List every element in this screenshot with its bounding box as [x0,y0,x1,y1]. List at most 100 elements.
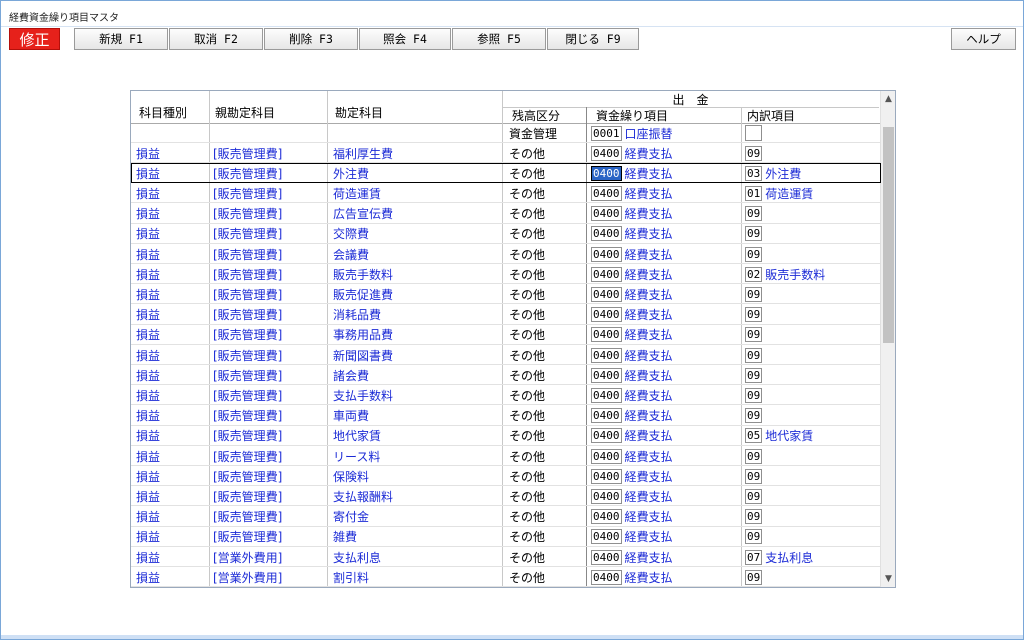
cashflow-code-input[interactable]: 0400 [591,408,622,424]
breakdown-code-input[interactable]: 02 [745,266,763,282]
table-row[interactable]: 損益 [販売管理費] 消耗品費 その他 0400 経費支払 09 [131,305,881,325]
account-cell: 交際費 [333,227,370,242]
table-row-header-fund[interactable]: 資金管理 0001 口座振替 [131,123,881,143]
breakdown-code-input[interactable]: 09 [745,367,763,383]
toolbar: 修正 新規 F1 取消 F2 削除 F3 照会 F4 参照 F5 閉じる F9 … [1,28,1023,52]
breakdown-code-input[interactable]: 09 [745,509,763,525]
table-row[interactable]: 損益 [販売管理費] リース料 その他 0400 経費支払 09 [131,446,881,466]
breakdown-code-input[interactable]: 09 [745,226,763,242]
breakdown-code-input[interactable]: 09 [745,206,763,222]
table-row[interactable]: 損益 [販売管理費] 雑費 その他 0400 経費支払 09 [131,527,881,547]
balance-class-cell: その他 [509,166,546,181]
breakdown-code-input[interactable]: 09 [745,468,763,484]
close-button[interactable]: 閉じる F9 [547,28,639,50]
table-row[interactable]: 損益 [販売管理費] 支払手数料 その他 0400 経費支払 09 [131,385,881,406]
breakdown-code-input[interactable]: 09 [745,347,763,363]
table-row[interactable]: 損益 [販売管理費] 事務用品費 その他 0400 経費支払 09 [131,325,881,345]
balance-class-cell: その他 [509,368,546,383]
cashflow-code-input[interactable]: 0001 [591,125,622,141]
table-row[interactable]: 損益 [販売管理費] 交際費 その他 0400 経費支払 09 [131,224,881,244]
balance-class-cell: その他 [509,186,546,201]
cashflow-code-input[interactable]: 0400 [591,428,622,444]
cashflow-code-input[interactable]: 0400 [591,549,622,565]
delete-button[interactable]: 削除 F3 [264,28,358,50]
scroll-down-icon[interactable]: ▼ [881,571,896,587]
balance-class-cell: その他 [509,469,546,484]
cashflow-code-input[interactable]: 0400 [591,327,622,343]
reference-button[interactable]: 参照 F5 [452,28,546,50]
breakdown-code-input[interactable]: 09 [745,529,763,545]
cashflow-code-input[interactable]: 0400 [591,266,622,282]
table-row[interactable]: 損益 [販売管理費] 保険料 その他 0400 経費支払 09 [131,466,881,487]
cashflow-name: 経費支払 [624,267,673,282]
cashflow-code-input[interactable]: 0400 [591,468,622,484]
account-type-cell: 損益 [136,469,161,484]
cashflow-code-input[interactable]: 0400 [591,246,622,262]
help-button[interactable]: ヘルプ [951,28,1016,50]
new-button[interactable]: 新規 F1 [74,28,168,50]
table-row[interactable]: 損益 [営業外費用] 割引料 その他 0400 経費支払 09 [131,567,881,588]
balance-class-cell: その他 [509,388,546,403]
cashflow-code-input[interactable]: 0400 [591,307,622,323]
breakdown-code-input[interactable]: 09 [745,246,763,262]
cashflow-code-input[interactable]: 0400 [591,448,622,464]
cashflow-code-input[interactable]: 0400 [591,165,622,181]
table-row[interactable]: 損益 [販売管理費] 新聞図書費 その他 0400 経費支払 09 [131,345,881,365]
cashflow-code-input[interactable]: 0400 [591,529,622,545]
breakdown-code-input[interactable]: 09 [745,408,763,424]
breakdown-code-input[interactable]: 09 [745,448,763,464]
table-row[interactable]: 損益 [販売管理費] 地代家賃 その他 0400 経費支払 05 地代家賃 [131,426,881,446]
cashflow-name: 口座振替 [624,126,673,141]
account-type-cell: 損益 [136,550,161,565]
breakdown-code-input[interactable]: 05 [745,428,763,444]
inquiry-button[interactable]: 照会 F4 [359,28,451,50]
table-row[interactable]: 損益 [販売管理費] 諸会費 その他 0400 経費支払 09 [131,365,881,386]
table-row[interactable]: 損益 [販売管理費] 寄付金 その他 0400 経費支払 09 [131,507,881,527]
cashflow-code-input[interactable]: 0400 [591,387,622,403]
cashflow-code-input[interactable]: 0400 [591,145,622,161]
breakdown-code-input[interactable]: 01 [745,185,763,201]
breakdown-code-input[interactable] [745,125,762,141]
account-type-cell: 損益 [136,227,161,242]
table-row[interactable]: 損益 [販売管理費] 販売促進費 その他 0400 経費支払 09 [131,284,881,305]
account-type-cell: 損益 [136,409,161,424]
table-row[interactable]: 損益 [販売管理費] 車両費 その他 0400 経費支払 09 [131,406,881,426]
breakdown-code-input[interactable]: 07 [745,549,763,565]
cashflow-code-input[interactable]: 0400 [591,367,622,383]
cashflow-code-input[interactable]: 0400 [591,185,622,201]
breakdown-code-input[interactable]: 09 [745,327,763,343]
breakdown-code-input[interactable]: 09 [745,307,763,323]
scroll-thumb[interactable] [883,127,894,343]
cashflow-code-input[interactable]: 0400 [591,226,622,242]
parent-account-cell: [販売管理費] [213,247,283,262]
table-row[interactable]: 損益 [販売管理費] 福利厚生費 その他 0400 経費支払 09 [131,143,881,163]
parent-account-cell: [販売管理費] [213,449,283,464]
cancel-button[interactable]: 取消 F2 [169,28,263,50]
account-cell: 寄付金 [333,510,370,525]
scroll-up-icon[interactable]: ▲ [881,91,896,107]
table-row[interactable]: 損益 [販売管理費] 支払報酬料 その他 0400 経費支払 09 [131,486,881,507]
account-type-cell: 損益 [136,166,161,181]
breakdown-code-input[interactable]: 09 [745,286,763,302]
breakdown-code-input[interactable]: 03 [745,165,763,181]
breakdown-code-input[interactable]: 09 [745,387,763,403]
breakdown-code-input[interactable]: 09 [745,488,763,504]
table-row[interactable]: 損益 [販売管理費] 広告宣伝費 その他 0400 経費支払 09 [131,204,881,224]
breakdown-code-input[interactable]: 09 [745,569,763,585]
cashflow-code-input[interactable]: 0400 [591,569,622,585]
vertical-scrollbar[interactable]: ▲ ▼ [880,91,895,587]
table-row[interactable]: 損益 [販売管理費] 荷造運賃 その他 0400 経費支払 01 荷造運賃 [131,183,881,204]
cashflow-code-input[interactable]: 0400 [591,286,622,302]
account-cell: 販売手数料 [333,267,394,282]
cashflow-name: 経費支払 [624,368,673,383]
cashflow-code-input[interactable]: 0400 [591,206,622,222]
breakdown-code-input[interactable]: 09 [745,145,763,161]
table-row[interactable]: 損益 [営業外費用] 支払利息 その他 0400 経費支払 07 支払利息 [131,547,881,567]
table-row[interactable]: 損益 [販売管理費] 販売手数料 その他 0400 経費支払 02 販売手数料 [131,264,881,285]
table-row[interactable]: 損益 [販売管理費] 外注費 その他 0400 経費支払 03 外注費 [131,163,881,184]
cashflow-code-input[interactable]: 0400 [591,347,622,363]
balance-class-cell: 資金管理 [509,126,558,141]
table-row[interactable]: 損益 [販売管理費] 会議費 その他 0400 経費支払 09 [131,244,881,264]
cashflow-code-input[interactable]: 0400 [591,488,622,504]
cashflow-code-input[interactable]: 0400 [591,509,622,525]
